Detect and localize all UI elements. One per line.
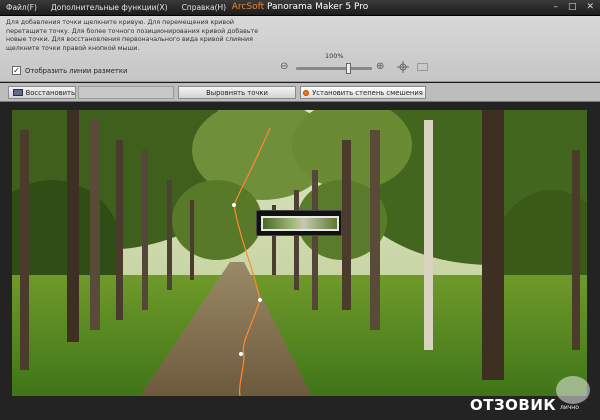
- minimize-button[interactable]: –: [553, 2, 558, 12]
- zoom-level: 100%: [325, 52, 344, 60]
- toolbar: Восстановить Выровнять точки Установить …: [0, 83, 600, 102]
- blend-icon: [303, 89, 310, 96]
- watermark-logo: ОТЗОВИК: [470, 396, 557, 414]
- checkbox-box[interactable]: ✓: [12, 66, 21, 75]
- watermark-badge: [556, 376, 590, 404]
- align-points-label: Выровнять точки: [206, 88, 268, 97]
- window-controls: – □ ✕: [553, 2, 594, 12]
- app-brand: ArcSoft: [231, 2, 265, 12]
- instructions-text: Для добавления точки щелкните кривую. Дл…: [6, 19, 259, 52]
- zoom-out-icon[interactable]: ⊖: [280, 61, 288, 72]
- zoom-slider[interactable]: [296, 67, 372, 70]
- panorama-preview[interactable]: [12, 110, 587, 396]
- preview-stage: [0, 102, 600, 420]
- show-grid-label: Отобразить линии разметки: [25, 66, 128, 75]
- set-blend-level-label: Установить степень смешения: [312, 88, 423, 97]
- options-panel: Для добавления точки щелкните кривую. Дл…: [0, 16, 600, 82]
- restore-icon: [13, 89, 23, 96]
- watermark-sub: лично: [560, 404, 579, 411]
- show-grid-checkbox[interactable]: ✓ Отобразить линии разметки: [12, 66, 127, 75]
- restore-label: Восстановить: [25, 88, 75, 97]
- fit-to-window-icon[interactable]: [397, 61, 409, 73]
- actual-size-icon[interactable]: [417, 63, 428, 71]
- panorama-image: [12, 110, 587, 396]
- close-button[interactable]: ✕: [586, 2, 594, 12]
- set-blend-level-button[interactable]: Установить степень смешения: [300, 86, 426, 99]
- app-title: ArcSoft Panorama Maker 5 Pro: [0, 2, 600, 12]
- navigator-thumbnail[interactable]: [256, 210, 342, 236]
- title-bar: Файл(F) Дополнительные функции(X) Справк…: [0, 0, 600, 16]
- zoom-in-icon[interactable]: ⊕: [376, 61, 384, 72]
- restore-button[interactable]: Восстановить: [8, 86, 76, 99]
- align-points-button[interactable]: Выровнять точки: [178, 86, 296, 99]
- toolbar-spacer: [78, 86, 174, 99]
- app-product: Panorama Maker 5 Pro: [267, 2, 369, 12]
- navigator-viewport[interactable]: [261, 216, 339, 231]
- zoom-slider-thumb[interactable]: [346, 63, 352, 74]
- maximize-button[interactable]: □: [568, 2, 577, 12]
